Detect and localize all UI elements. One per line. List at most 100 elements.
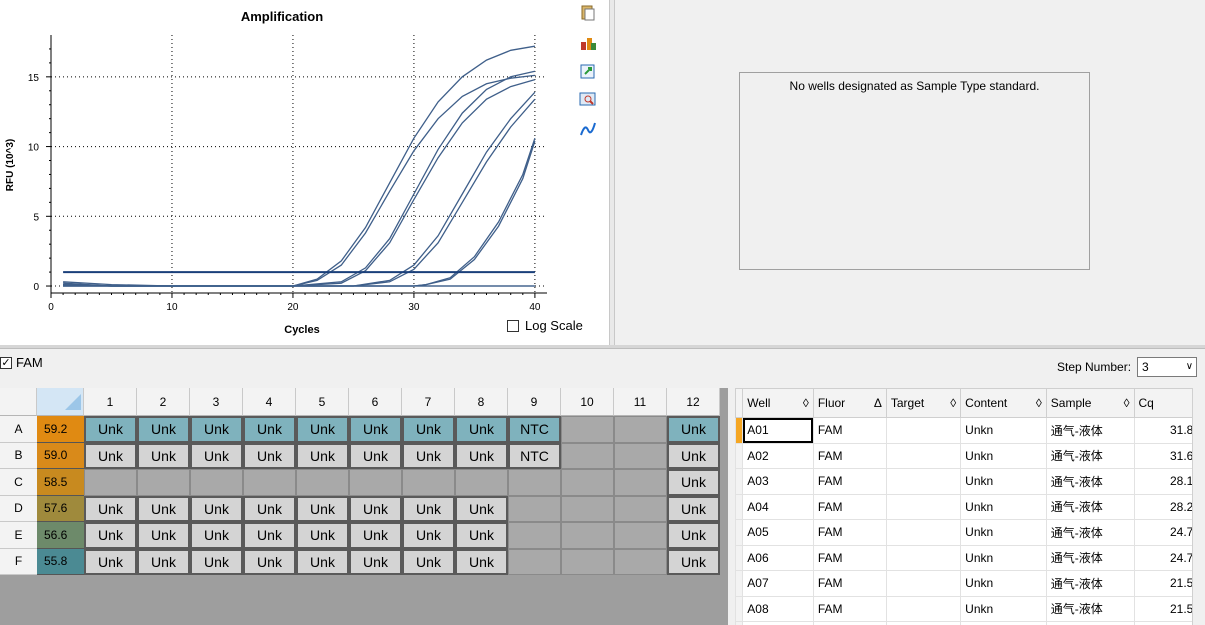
grid-row-header[interactable]	[735, 621, 744, 625]
grid-cell[interactable]: 通气-液体	[1045, 570, 1135, 597]
plate-well[interactable]: Unk	[349, 416, 402, 443]
plate-well[interactable]: Unk	[137, 495, 190, 522]
plate-well[interactable]: Unk	[84, 548, 137, 575]
grid-cell[interactable]: FAM	[812, 417, 887, 444]
grid-cell[interactable]: 通气-液体	[1045, 595, 1135, 622]
grid-cell[interactable]: A06	[742, 544, 814, 571]
plate-well[interactable]: Unk	[190, 442, 243, 469]
grid-column-header[interactable]: Well ◊	[742, 388, 814, 418]
grid-cell[interactable]	[885, 493, 962, 520]
plate-well[interactable]: Unk	[667, 548, 720, 575]
grid-cell[interactable]: Unkn	[960, 544, 1047, 571]
step-number-select[interactable]: 3 ∨	[1137, 357, 1198, 377]
grid-row-header[interactable]	[735, 570, 744, 597]
sort-icon[interactable]: ◊	[803, 396, 809, 410]
plate-row-header[interactable]: F	[0, 548, 37, 575]
grid-cell[interactable]: Unkn	[960, 595, 1047, 622]
plate-well[interactable]: Unk	[667, 495, 720, 522]
plate-column-header[interactable]: 5	[296, 388, 349, 416]
grid-row-header[interactable]	[735, 595, 744, 622]
grid-cell[interactable]	[885, 417, 962, 444]
plate-well-empty[interactable]	[614, 469, 667, 496]
grid-splitter[interactable]	[728, 388, 735, 625]
copy-icon[interactable]	[579, 4, 597, 22]
grid-cell[interactable]: Unkn	[960, 493, 1047, 520]
plate-row-header[interactable]: A	[0, 416, 37, 443]
plate-well[interactable]: Unk	[296, 416, 349, 443]
grid-row[interactable]: A03 FAM Unkn 通气-液体 28.15	[735, 468, 1205, 495]
plate-column-header[interactable]: 2	[137, 388, 190, 416]
grid-row[interactable]: A09FAMNTC通气N/A	[735, 621, 1205, 625]
plate-column-header[interactable]: 9	[508, 388, 561, 416]
plate-well[interactable]: Unk	[137, 416, 190, 443]
grid-scrollbar[interactable]	[1192, 388, 1205, 625]
plate-well[interactable]: NTC	[508, 416, 561, 443]
plate-well[interactable]: Unk	[402, 442, 455, 469]
plate-well-empty[interactable]	[349, 469, 402, 496]
grid-cell[interactable]	[885, 570, 962, 597]
plate-row-header[interactable]: E	[0, 522, 37, 549]
plate-well[interactable]: Unk	[455, 442, 508, 469]
grid-row[interactable]: A08 FAM Unkn 通气-液体 21.55	[735, 595, 1205, 622]
plate-row-header[interactable]: B	[0, 442, 37, 469]
grid-cell[interactable]: FAM	[812, 519, 887, 546]
plate-well[interactable]: Unk	[455, 495, 508, 522]
grid-column-header[interactable]: Target ◊	[885, 388, 962, 418]
plate-column-header[interactable]: 12	[667, 388, 720, 416]
grid-cell[interactable]: A08	[742, 595, 814, 622]
grid-cell[interactable]: 通气-液体	[1045, 417, 1135, 444]
plate-column-header[interactable]: 3	[190, 388, 243, 416]
plate-well[interactable]: Unk	[349, 548, 402, 575]
grid-cell[interactable]: FAM	[812, 544, 887, 571]
plate-well[interactable]: Unk	[190, 522, 243, 549]
plate-well[interactable]: Unk	[349, 495, 402, 522]
grid-cell[interactable]: Unkn	[960, 570, 1047, 597]
zoom-icon[interactable]	[579, 91, 597, 109]
grid-cell[interactable]: Unkn	[960, 417, 1047, 444]
plate-well-empty[interactable]	[137, 469, 190, 496]
plate-well-empty[interactable]	[508, 548, 561, 575]
plate-well[interactable]: NTC	[508, 442, 561, 469]
sort-icon[interactable]: Δ	[874, 396, 882, 410]
grid-row[interactable]: A07 FAM Unkn 通气-液体 21.50	[735, 570, 1205, 597]
sort-icon[interactable]: ◊	[1124, 396, 1130, 410]
grid-cell[interactable]	[885, 595, 962, 622]
grid-row-header[interactable]	[735, 493, 744, 520]
grid-cell[interactable]: A05	[742, 519, 814, 546]
plate-well[interactable]: Unk	[137, 548, 190, 575]
grid-cell[interactable]: FAM	[812, 621, 887, 625]
plate-well-empty[interactable]	[455, 469, 508, 496]
plate-well-empty[interactable]	[614, 522, 667, 549]
plate-column-header[interactable]: 7	[402, 388, 455, 416]
grid-row-header[interactable]	[735, 544, 744, 571]
grid-cell[interactable]: 通气	[1045, 621, 1135, 625]
plate-column-header[interactable]: 6	[349, 388, 402, 416]
plate-well[interactable]: Unk	[667, 469, 720, 496]
grid-row-header[interactable]	[735, 519, 744, 546]
grid-cell[interactable]: A03	[742, 468, 814, 495]
grid-cell[interactable]	[885, 621, 962, 625]
grid-column-header[interactable]: Sample ◊	[1045, 388, 1135, 418]
plate-well-empty[interactable]	[561, 522, 614, 549]
plate-column-header[interactable]: 8	[455, 388, 508, 416]
plate-well[interactable]: Unk	[296, 548, 349, 575]
plate-well[interactable]: Unk	[243, 548, 296, 575]
plate-well-empty[interactable]	[614, 548, 667, 575]
plate-well[interactable]: Unk	[296, 495, 349, 522]
plate-well[interactable]: Unk	[137, 522, 190, 549]
plate-well-empty[interactable]	[508, 469, 561, 496]
plate-well[interactable]: Unk	[402, 548, 455, 575]
plate-well[interactable]: Unk	[667, 442, 720, 469]
plate-well[interactable]: Unk	[84, 495, 137, 522]
plate-well-empty[interactable]	[84, 469, 137, 496]
grid-cell[interactable]: A02	[742, 442, 814, 469]
plate-row-header[interactable]: D	[0, 495, 37, 522]
grid-cell[interactable]: Unkn	[960, 519, 1047, 546]
grid-row[interactable]: A06 FAM Unkn 通气-液体 24.78	[735, 544, 1205, 571]
plate-column-header[interactable]: 10	[561, 388, 614, 416]
plate-well-empty[interactable]	[561, 495, 614, 522]
grid-row-header[interactable]	[735, 417, 744, 444]
grid-cell[interactable]: Unkn	[960, 442, 1047, 469]
plate-well[interactable]: Unk	[84, 522, 137, 549]
plate-well[interactable]: Unk	[84, 416, 137, 443]
